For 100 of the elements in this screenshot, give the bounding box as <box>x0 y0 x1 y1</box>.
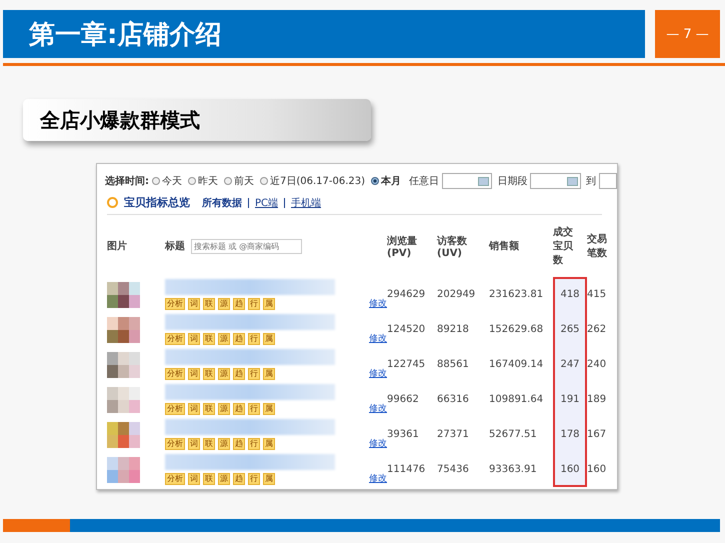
tool-tag[interactable]: 行 <box>248 368 260 380</box>
tool-tag[interactable]: 分析 <box>165 368 185 380</box>
table-cell: 99662 <box>387 394 419 405</box>
tool-tag[interactable]: 联 <box>203 402 215 414</box>
tool-tag[interactable]: 属 <box>263 472 275 484</box>
edit-link[interactable]: 修改 <box>369 297 387 310</box>
column-header: 图片 <box>107 240 127 253</box>
tool-tag[interactable]: 词 <box>188 298 200 310</box>
column-header: 浏览量(PV) <box>387 234 418 258</box>
table-cell: 189 <box>587 394 606 405</box>
tool-tag[interactable]: 趋 <box>233 402 245 414</box>
tool-tag[interactable]: 源 <box>218 402 230 414</box>
table-cell: 160 <box>560 464 580 475</box>
tool-tag[interactable]: 属 <box>263 298 275 310</box>
column-header: 交易笔数 <box>587 232 608 260</box>
tool-tag[interactable]: 词 <box>188 438 200 450</box>
tool-tag[interactable]: 行 <box>248 298 260 310</box>
table-cell: 88561 <box>437 359 469 370</box>
table-cell: 89218 <box>437 324 469 335</box>
column-header: 成交宝贝数 <box>553 225 574 267</box>
edit-link[interactable]: 修改 <box>369 367 387 380</box>
tool-tag[interactable]: 源 <box>218 298 230 310</box>
tool-tag[interactable]: 趋 <box>233 438 245 450</box>
table-cell: 109891.64 <box>489 394 544 405</box>
tool-tag[interactable]: 源 <box>218 438 230 450</box>
search-field[interactable]: 搜索标题 或 @商家编码 <box>191 238 302 254</box>
table-cell: 152629.68 <box>489 324 544 335</box>
time-radio[interactable]: 前天 <box>224 174 254 188</box>
tool-tag[interactable]: 趋 <box>233 298 245 310</box>
column-header: 销售额 <box>489 239 519 253</box>
edit-link[interactable]: 修改 <box>369 437 387 450</box>
tool-tag[interactable]: 源 <box>218 368 230 380</box>
tool-tag[interactable]: 属 <box>263 402 275 414</box>
subtitle: 全店小爆款群模式 <box>38 106 200 134</box>
tool-tag[interactable]: 联 <box>203 368 215 380</box>
tool-tag[interactable]: 趋 <box>233 332 245 344</box>
time-radio[interactable]: 今天 <box>152 174 182 188</box>
tool-tag[interactable]: 词 <box>188 472 200 484</box>
edit-link[interactable]: 修改 <box>369 332 387 345</box>
table-cell: 418 <box>560 289 580 300</box>
table-cell: 39361 <box>387 429 419 440</box>
tool-tag[interactable]: 源 <box>218 332 230 344</box>
tool-tag[interactable]: 词 <box>188 402 200 414</box>
tool-tag[interactable]: 分析 <box>165 298 185 310</box>
tool-tag[interactable]: 属 <box>263 332 275 344</box>
table-cell: 262 <box>587 324 606 335</box>
photo-placeholder <box>107 386 140 412</box>
data-filter-link[interactable]: 手机端 <box>291 196 322 210</box>
tool-tag[interactable]: 联 <box>203 472 215 484</box>
column-header: 访客数(UV) <box>437 234 468 258</box>
table-cell: 122745 <box>387 359 426 370</box>
tool-tag[interactable]: 源 <box>218 472 230 484</box>
date-label: 任意日 <box>409 174 440 188</box>
data-filter-link[interactable]: PC端 <box>255 196 278 210</box>
tool-tag[interactable]: 行 <box>248 472 260 484</box>
circle-icon <box>107 197 118 208</box>
table-cell: 247 <box>560 359 580 370</box>
table-cell: 265 <box>560 324 580 335</box>
table-cell: 167 <box>587 429 606 440</box>
photo-placeholder <box>107 422 140 448</box>
photo-placeholder <box>107 352 140 378</box>
tool-tag[interactable]: 分析 <box>165 332 185 344</box>
table-cell: 202949 <box>437 289 476 300</box>
tool-tag[interactable]: 属 <box>263 438 275 450</box>
table-cell: 167409.14 <box>489 359 544 370</box>
date-label: 到 <box>586 175 596 188</box>
tool-tag[interactable]: 联 <box>203 298 215 310</box>
tool-tag[interactable]: 属 <box>263 368 275 380</box>
table-cell: 191 <box>560 394 580 405</box>
date-field[interactable] <box>598 173 617 189</box>
slide-title: 第一章:店铺介绍 <box>29 18 222 52</box>
tool-tag[interactable]: 词 <box>188 368 200 380</box>
tool-tag[interactable]: 趋 <box>233 368 245 380</box>
table-cell: 160 <box>587 464 606 475</box>
edit-link[interactable]: 修改 <box>369 472 387 485</box>
time-radio[interactable]: 本月 <box>371 174 402 188</box>
tool-tag[interactable]: 分析 <box>165 402 185 414</box>
tool-tag[interactable]: 联 <box>203 332 215 344</box>
table-cell: 124520 <box>387 324 426 335</box>
edit-link[interactable]: 修改 <box>369 402 387 415</box>
data-filter-link[interactable]: 所有数据 <box>202 196 242 210</box>
date-field[interactable] <box>530 173 581 189</box>
column-header: 标题 <box>165 240 185 253</box>
tool-tag[interactable]: 分析 <box>165 472 185 484</box>
tool-tag[interactable]: 行 <box>248 332 260 344</box>
photo-placeholder <box>107 456 140 482</box>
time-label: 选择时间: <box>105 174 149 188</box>
date-field[interactable] <box>442 173 492 189</box>
tool-tag[interactable]: 词 <box>188 332 200 344</box>
calendar-icon[interactable] <box>566 176 578 186</box>
tool-tag[interactable]: 行 <box>248 438 260 450</box>
time-radio[interactable]: 昨天 <box>188 174 218 188</box>
calendar-icon[interactable] <box>478 176 490 186</box>
time-radio[interactable]: 近7日(06.17-06.23) <box>260 174 366 188</box>
tool-tag[interactable]: 趋 <box>233 472 245 484</box>
tool-tag[interactable]: 联 <box>203 438 215 450</box>
tool-tag[interactable]: 行 <box>248 402 260 414</box>
table-cell: 75436 <box>437 464 469 475</box>
tool-tag[interactable]: 分析 <box>165 438 185 450</box>
table-cell: 93363.91 <box>489 464 537 475</box>
